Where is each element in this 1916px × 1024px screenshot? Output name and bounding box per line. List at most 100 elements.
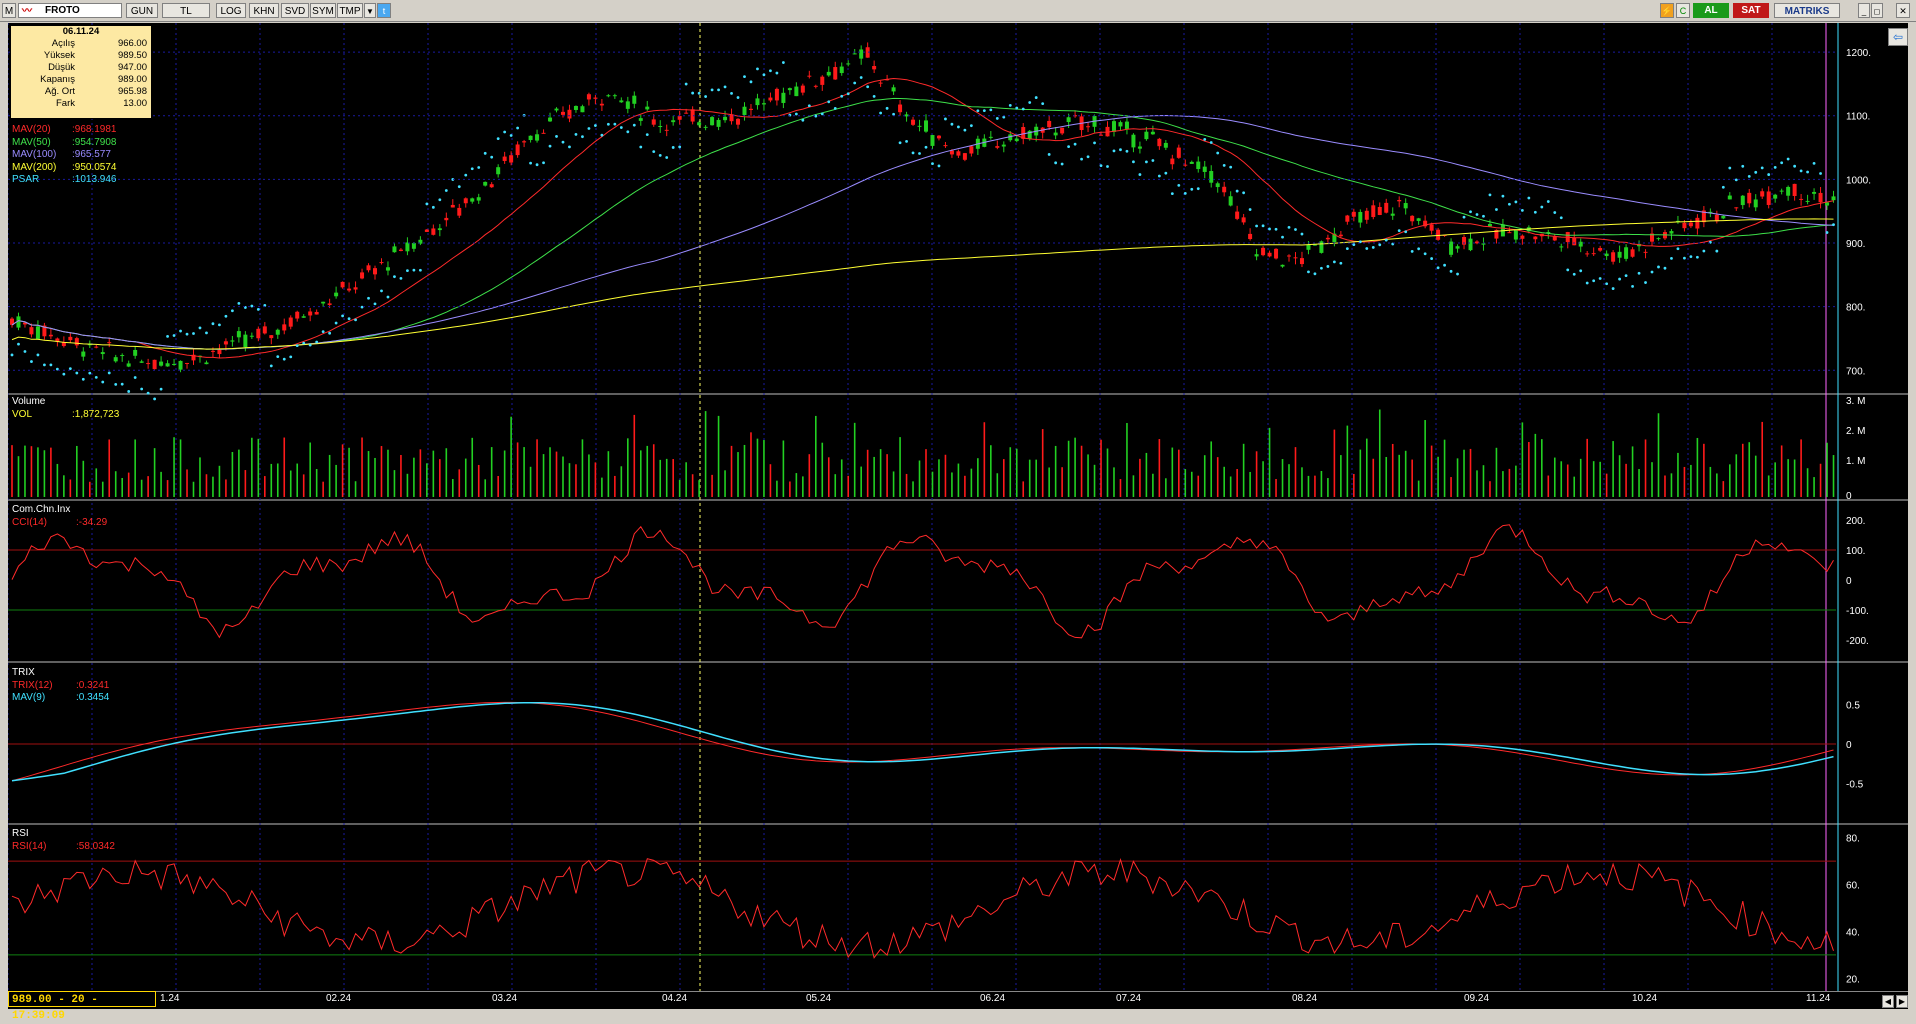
psar-dot — [982, 109, 986, 113]
candle-body — [573, 105, 578, 110]
candle-body — [703, 126, 708, 128]
candle-body — [658, 126, 663, 128]
last-price-box: 989.00 - 20 - 17:39:09 — [8, 991, 156, 1022]
volume-bar — [1437, 456, 1439, 497]
restore-icon[interactable]: ◻ — [1871, 3, 1883, 18]
candle-body — [431, 228, 436, 235]
psar-dot — [101, 380, 105, 384]
volume-bar — [1741, 443, 1744, 497]
svd-button[interactable]: SVD — [281, 3, 309, 18]
volume-bar — [1041, 429, 1044, 497]
psar-dot — [1624, 274, 1628, 278]
psar-dot — [107, 371, 111, 375]
arrow-nav-icon[interactable]: ⇦ — [1888, 28, 1908, 46]
candle-body — [1760, 191, 1765, 197]
volume-bar — [1113, 467, 1115, 497]
volume-bar — [802, 476, 804, 497]
volume-bar — [782, 440, 785, 497]
candle-body — [1001, 144, 1006, 147]
candle-body — [437, 228, 442, 231]
psar-dot — [1203, 137, 1207, 141]
candle-body — [671, 120, 676, 123]
volume-bar — [69, 479, 72, 497]
volume-bar — [568, 463, 571, 497]
psar-dot — [989, 108, 993, 112]
candle-body — [1157, 138, 1162, 147]
candle-body — [334, 292, 339, 297]
candle-body — [1280, 264, 1285, 267]
candle-body — [282, 324, 287, 331]
volume-bar — [1754, 455, 1757, 497]
volume-bar — [1139, 458, 1141, 497]
refresh-icon[interactable]: C — [1676, 3, 1690, 18]
volume-bar — [892, 471, 895, 497]
volume-bar — [1670, 473, 1673, 497]
psar-dot — [1034, 96, 1038, 99]
ohlc-row: Kapanış 989.00 — [11, 74, 151, 86]
menu-button[interactable]: M — [2, 3, 16, 18]
candle-body — [1721, 215, 1726, 219]
chart-canvas[interactable]: 1200. 1100. 1000. 900. 800. 700. 3. M 2. M 1. M 0… — [7, 23, 1908, 991]
candle-body — [249, 335, 254, 337]
candle-body — [463, 198, 468, 204]
symbol-field[interactable]: 〰 FROTO — [18, 3, 122, 18]
volume-bar — [439, 459, 441, 497]
buy-button[interactable]: AL — [1693, 3, 1729, 18]
khn-button[interactable]: KHN — [249, 3, 279, 18]
psar-dot — [1832, 223, 1835, 227]
volume-bar — [1275, 478, 1277, 497]
volume-bar — [737, 452, 739, 497]
ohlc-date: 06.11.24 — [62, 26, 100, 37]
candle-body — [269, 335, 274, 339]
psar-dot — [496, 137, 500, 141]
candle-body — [1410, 215, 1415, 222]
psar-dot — [730, 91, 733, 95]
volume-bar — [847, 475, 850, 497]
candle-body — [813, 85, 818, 87]
tmp-button[interactable]: TMP — [337, 3, 363, 18]
volume-bar — [523, 447, 525, 497]
psar-dot — [43, 363, 46, 367]
twitter-icon[interactable]: t — [377, 3, 391, 18]
flash-icon[interactable]: ⚡ — [1660, 3, 1674, 18]
psar-dot — [1676, 247, 1680, 251]
volume-bar — [264, 476, 266, 497]
x-label: 05.24 — [806, 993, 832, 1004]
psar-dot — [1579, 269, 1583, 273]
minimize-icon[interactable]: _ — [1858, 3, 1870, 18]
psar-dot — [386, 295, 390, 299]
psar-dot — [1825, 231, 1829, 234]
scroll-left-icon[interactable]: ◀ — [1882, 995, 1894, 1008]
trix-mav-legend: MAV(9):0.3454 — [12, 692, 109, 705]
psar-dot — [1365, 247, 1369, 250]
currency-button[interactable]: TL — [162, 3, 210, 18]
candle-body — [852, 53, 857, 55]
cci-tick: 200. — [1846, 516, 1865, 527]
close-icon[interactable]: ✕ — [1896, 3, 1910, 18]
candle-body — [81, 351, 86, 357]
ohlc-value: 966.00 — [117, 38, 147, 49]
candle-body — [1150, 131, 1155, 135]
volume-bar — [912, 481, 914, 497]
candle-body — [761, 103, 766, 105]
candle-body — [1345, 215, 1350, 222]
psar-dot — [321, 330, 325, 334]
psar-dot — [1559, 216, 1563, 220]
volume-bar — [905, 473, 908, 497]
log-button[interactable]: LOG — [216, 3, 246, 18]
psar-dot — [1806, 170, 1809, 174]
volume-bar — [1651, 462, 1653, 497]
price-tick: 1100. — [1846, 112, 1870, 123]
scroll-right-icon[interactable]: ▶ — [1896, 995, 1908, 1008]
candle-body — [1163, 142, 1168, 148]
psar-dot — [1339, 261, 1343, 265]
candle-body — [943, 145, 948, 147]
dropdown-icon[interactable]: ▼ — [364, 3, 376, 18]
period-button[interactable]: GUN — [126, 3, 158, 18]
volume-bar — [542, 454, 545, 497]
sell-button[interactable]: SAT — [1733, 3, 1769, 18]
volume-bar — [1158, 439, 1161, 497]
sym-button[interactable]: SYM — [310, 3, 336, 18]
candle-body — [509, 155, 514, 163]
candle-body — [1559, 246, 1564, 248]
